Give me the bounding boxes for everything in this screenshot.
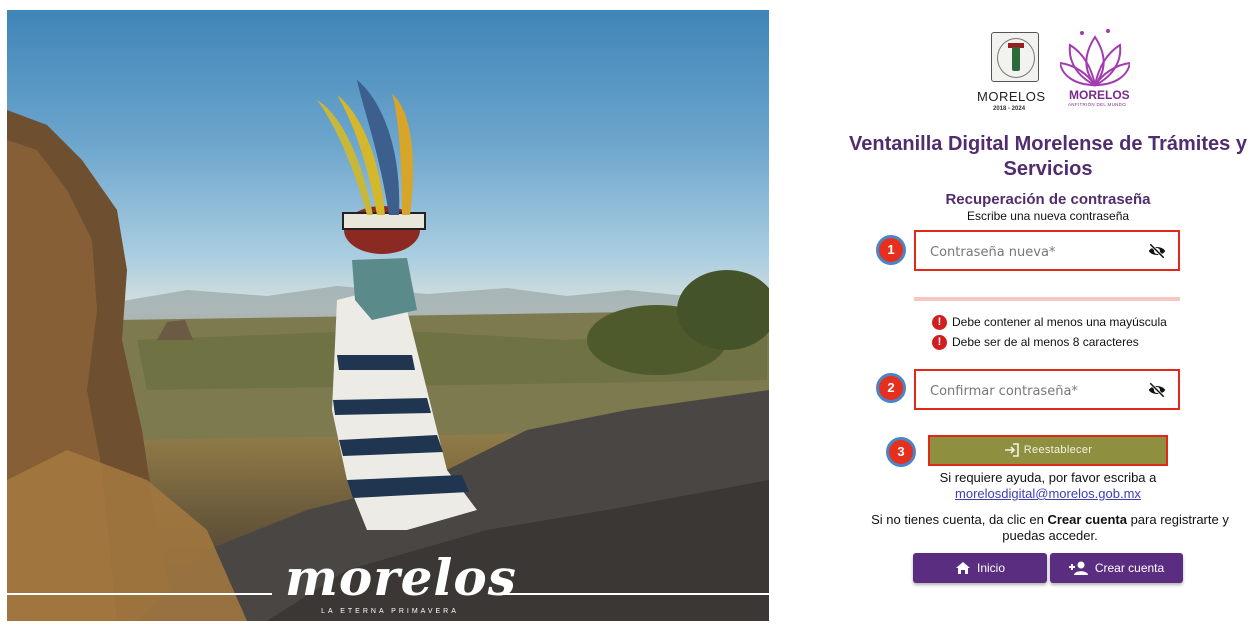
state-years: 2018 - 2024	[993, 106, 1026, 112]
create-account-label: Crear cuenta	[1094, 561, 1165, 575]
new-password-input[interactable]	[930, 243, 1140, 261]
state-seal-icon	[991, 32, 1039, 82]
rule-item: ! Debe contener al menos una mayúscula	[932, 314, 1192, 334]
section-title: Recuperación de contraseña	[945, 191, 1151, 208]
step-badge-2: 2	[876, 373, 906, 403]
error-icon: !	[932, 335, 947, 350]
password-strength-bar	[914, 297, 1180, 301]
help-email-link[interactable]: morelosdigital@morelos.gob.mx	[848, 486, 1248, 501]
hero-branding: morelos LA ETERNA PRIMAVERA	[7, 550, 769, 620]
header-logos: MORELOS 2018 - 2024 MORELOS ANFITRIÓN DE…	[975, 27, 1135, 122]
step-badge-1: 1	[876, 235, 906, 265]
step-badge-3: 3	[886, 437, 916, 467]
confirm-password-input[interactable]	[930, 382, 1140, 400]
password-rules: ! Debe contener al menos una mayúscula !…	[932, 314, 1192, 354]
eye-off-icon[interactable]	[1148, 243, 1166, 259]
confirm-password-field	[914, 369, 1180, 410]
add-user-icon	[1068, 561, 1088, 575]
lotus-logo-icon	[1060, 29, 1130, 87]
eye-off-icon[interactable]	[1148, 382, 1166, 398]
help-text: Si requiere ayuda, por favor escriba a	[939, 470, 1157, 485]
state-name: MORELOS	[977, 89, 1046, 104]
divider	[7, 593, 272, 595]
signup-text-before: Si no tienes cuenta, da clic en	[871, 512, 1048, 527]
morelos-logo: morelos	[285, 548, 517, 607]
new-password-field	[914, 230, 1180, 271]
signup-text-bold: Crear cuenta	[1047, 512, 1127, 527]
recovery-panel: MORELOS 2018 - 2024 MORELOS ANFITRIÓN DE…	[770, 0, 1250, 631]
brand-name: MORELOS	[1069, 88, 1130, 102]
brand-subtitle: ANFITRIÓN DEL MUNDO	[1068, 102, 1127, 107]
rule-text: Debe ser de al menos 8 caracteres	[952, 335, 1139, 349]
morelos-tagline: LA ETERNA PRIMAVERA	[321, 608, 459, 615]
signup-text: Si no tienes cuenta, da clic en Crear cu…	[858, 512, 1242, 544]
reset-button[interactable]: Reestablecer	[928, 435, 1168, 466]
landscape-illustration	[7, 80, 769, 621]
divider	[502, 593, 769, 595]
instruction-text: Escribe una nueva contraseña	[966, 209, 1130, 223]
page-title: Ventanilla Digital Morelense de Trámites…	[849, 133, 1247, 180]
rule-item: ! Debe ser de al menos 8 caracteres	[932, 334, 1192, 354]
login-arrow-icon	[1004, 443, 1019, 457]
rule-text: Debe contener al menos una mayúscula	[952, 315, 1167, 329]
home-button-label: Inicio	[976, 561, 1005, 575]
home-button[interactable]: Inicio	[913, 553, 1047, 583]
create-account-button[interactable]: Crear cuenta	[1050, 553, 1183, 583]
reset-button-label: Reestablecer	[1023, 444, 1093, 456]
home-icon	[955, 562, 970, 574]
hero-image: morelos LA ETERNA PRIMAVERA	[7, 10, 769, 621]
error-icon: !	[932, 315, 947, 330]
